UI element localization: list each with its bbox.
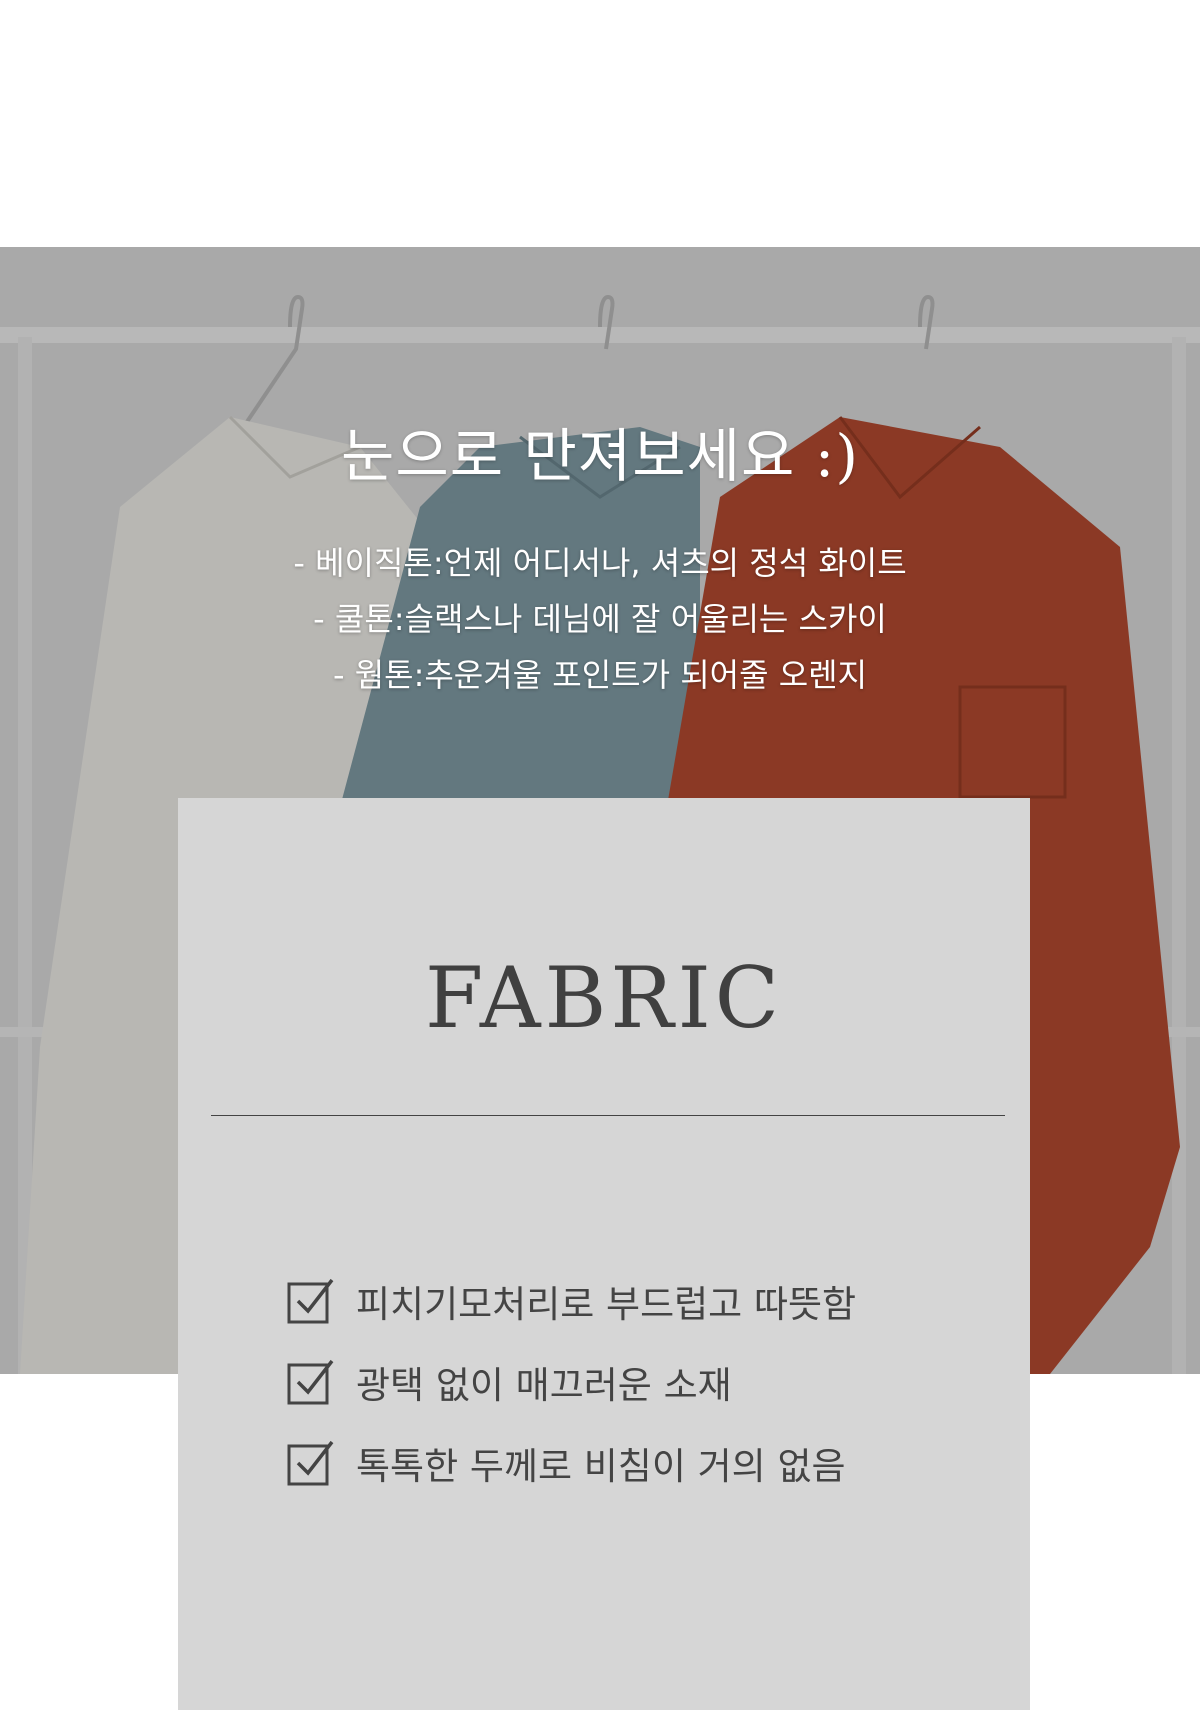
hero-description: - 베이직톤:언제 어디서나, 셔츠의 정석 화이트 - 쿨톤:슬랙스나 데님에… (0, 535, 1200, 703)
feature-list: 피치기모처리로 부드럽고 따뜻함 광택 없이 매끄러운 소재 톡톡한 두께로 비… (286, 1276, 856, 1519)
hero-line-beige: - 베이직톤:언제 어디서나, 셔츠의 정석 화이트 (293, 544, 907, 582)
feature-item: 광택 없이 매끄러운 소재 (286, 1357, 856, 1407)
checkbox-checked-icon (287, 1278, 334, 1324)
checkbox-checked-icon (287, 1440, 334, 1486)
feature-text: 톡톡한 두께로 비침이 거의 없음 (356, 1445, 846, 1488)
feature-item: 톡톡한 두께로 비침이 거의 없음 (286, 1438, 856, 1488)
feature-item: 피치기모처리로 부드럽고 따뜻함 (286, 1276, 856, 1326)
feature-text: 광택 없이 매끄러운 소재 (356, 1364, 732, 1407)
fabric-title: FABRIC (424, 949, 784, 1047)
divider (211, 1115, 1005, 1116)
checkbox-checked-icon (287, 1359, 334, 1405)
hero-line-cool: - 쿨톤:슬랙스나 데님에 잘 어울리는 스카이 (313, 600, 887, 638)
hero-title: 눈으로 만져보세요 :) (341, 422, 859, 490)
fabric-card: FABRIC 피치기모처리로 부드럽고 따뜻함 광택 없이 매끄러운 소재 톡톡… (178, 798, 1030, 1710)
feature-text: 피치기모처리로 부드럽고 따뜻함 (356, 1283, 857, 1326)
hero-line-warm: - 웜톤:추운겨울 포인트가 되어줄 오렌지 (332, 656, 868, 694)
